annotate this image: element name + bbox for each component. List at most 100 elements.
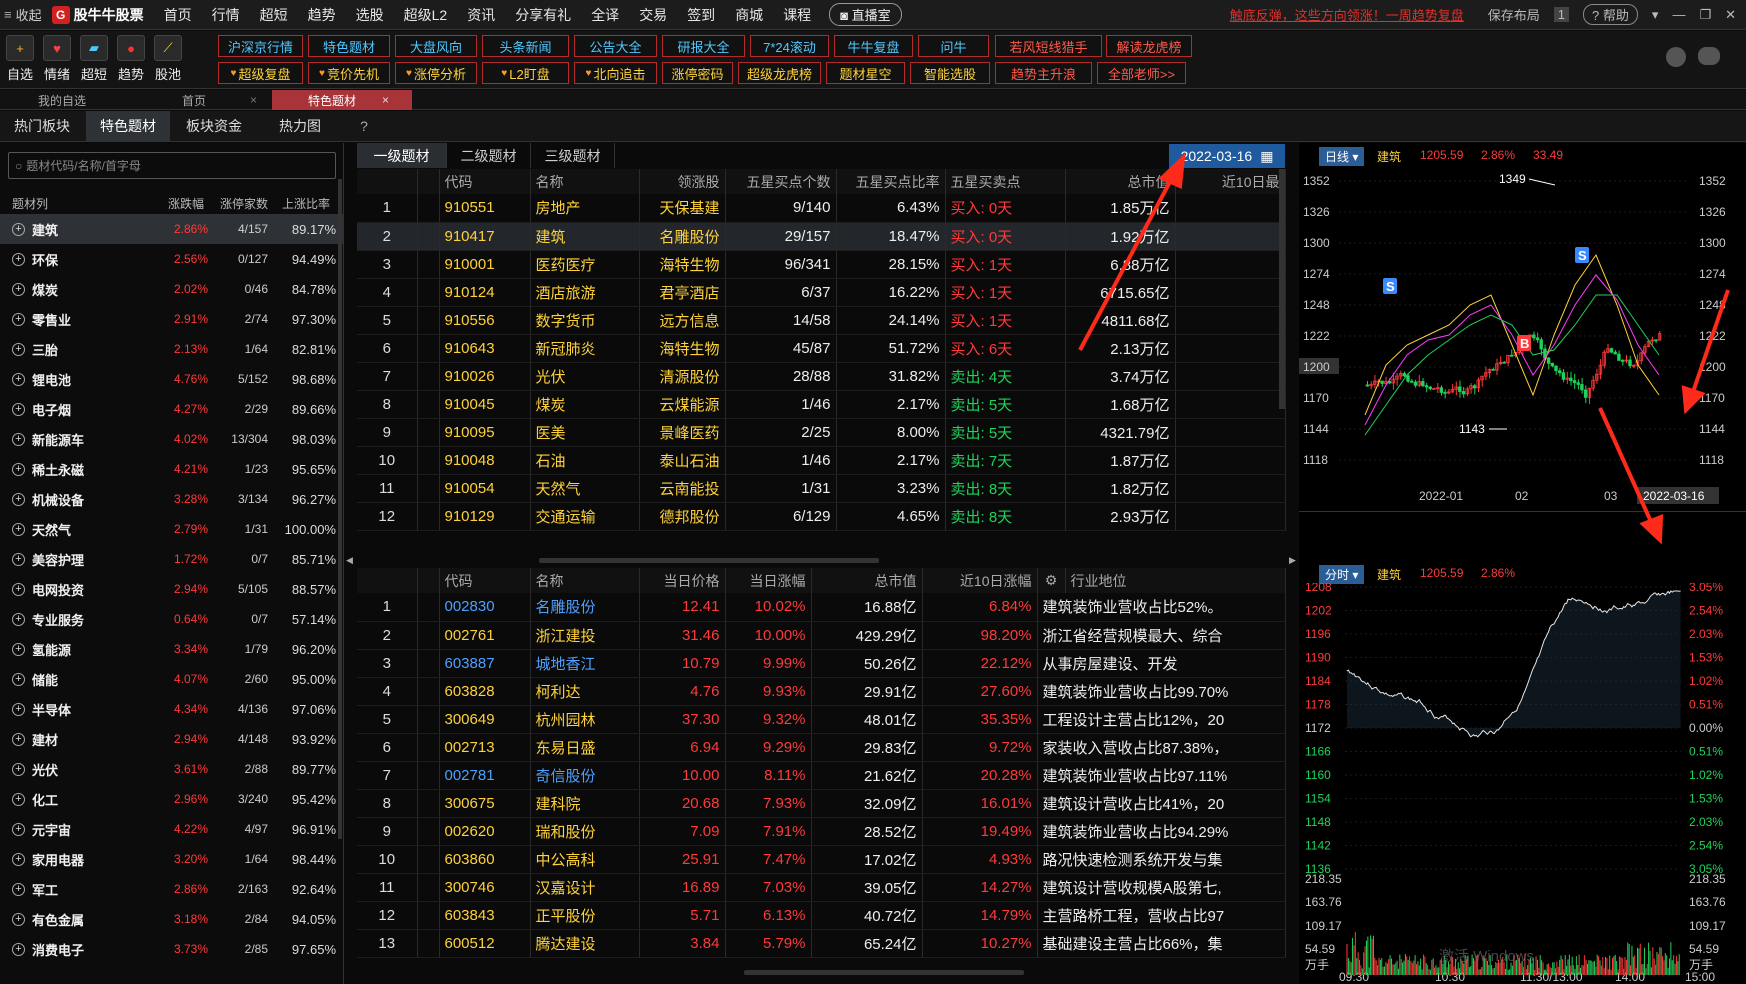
expand-icon[interactable]: +: [12, 852, 25, 866]
table-row[interactable]: 5 300649 杭州园林 37.30 9.32% 48.01亿 35.35% 工程设计主营占…: [357, 705, 1286, 734]
table-row[interactable]: 5 910556 数字货币 远方信息 14/58 24.14% 买入: 1天 4811.68亿: [357, 306, 1286, 335]
theme-list-item[interactable]: + 电网投资 2.94% 5/105 88.57%: [0, 574, 344, 604]
table-row[interactable]: 10 603860 中公高科 25.91 7.47% 17.02亿 4.93% 路况快速检测系…: [357, 845, 1286, 874]
tool-chart-button[interactable]: ⟋ 股池: [151, 35, 185, 83]
nav-item[interactable]: 超级L2: [394, 5, 458, 25]
theme-list-item[interactable]: + 电子烟 4.27% 2/29 89.66%: [0, 394, 344, 424]
table-row[interactable]: 7 910026 光伏 清源股份 28/88 31.82% 卖出: 4天 3.74万亿: [357, 362, 1286, 391]
theme-list-item[interactable]: + 建筑 2.86% 4/157 89.17%: [0, 214, 344, 244]
tab-my-watchlist[interactable]: 我的自选: [0, 90, 160, 110]
expand-icon[interactable]: +: [12, 882, 25, 896]
feature-button[interactable]: ♥ L2盯盘: [482, 62, 569, 84]
feature-button[interactable]: 问牛: [918, 35, 989, 57]
feature-button[interactable]: 研报大全: [662, 35, 745, 57]
nav-item[interactable]: 交易: [629, 5, 677, 25]
bottom-table-hscrollbar[interactable]: [744, 970, 1024, 975]
column-header[interactable]: 领涨股: [639, 169, 726, 194]
help-button[interactable]: ? 帮助: [1583, 4, 1638, 25]
theme-list-item[interactable]: + 美容护理 1.72% 0/7 85.71%: [0, 544, 344, 574]
feature-button[interactable]: 趋势主升浪: [995, 62, 1092, 84]
feature-button[interactable]: 头条新闻: [482, 35, 569, 57]
intraday-period-select[interactable]: 分时 ▾: [1319, 565, 1365, 584]
column-header[interactable]: 名称: [530, 169, 640, 194]
expand-icon[interactable]: +: [12, 792, 25, 806]
column-header[interactable]: 行业地位: [1065, 568, 1286, 593]
nav-item[interactable]: 选股: [346, 5, 394, 25]
column-header[interactable]: 近10日涨幅: [922, 568, 1038, 593]
column-header[interactable]: 近10日最: [1175, 169, 1286, 194]
expand-icon[interactable]: +: [12, 642, 25, 656]
feature-button[interactable]: ♥ 北向追击: [574, 62, 657, 84]
theme-list-item[interactable]: + 消费电子 3.73% 2/85 97.65%: [0, 934, 344, 964]
column-header[interactable]: [417, 169, 440, 194]
restore-icon[interactable]: ❐: [1699, 7, 1711, 23]
column-header[interactable]: 当日涨幅: [725, 568, 812, 593]
top-table-hscrollbar[interactable]: [539, 558, 879, 563]
table-row[interactable]: 3 910001 医药医疗 海特生物 96/341 28.15% 买入: 1天 6.88万亿: [357, 250, 1286, 279]
table-row[interactable]: 3 603887 城地香江 10.79 9.99% 50.26亿 22.12% 从事房屋建设、…: [357, 649, 1286, 678]
feature-button[interactable]: 超级龙虎榜: [738, 62, 821, 84]
column-header[interactable]: 五星买卖点: [945, 169, 1066, 194]
column-header[interactable]: 总市值: [811, 568, 923, 593]
date-picker[interactable]: 2022-03-16 ▦: [1169, 144, 1285, 168]
tab-home[interactable]: 首页 ×: [160, 90, 270, 110]
table-row[interactable]: 13 600512 腾达建设 3.84 5.79% 65.24亿 10.27% 基础建设主营占…: [357, 929, 1286, 958]
column-header[interactable]: 总市值: [1065, 169, 1176, 194]
feature-button[interactable]: 牛牛复盘: [834, 35, 913, 57]
table-row[interactable]: 12 910129 交通运输 德邦股份 6/129 4.65% 卖出: 8天 2.93万亿: [357, 502, 1286, 531]
tab-heatmap[interactable]: 热力图: [258, 111, 342, 141]
column-header[interactable]: 五星买点个数: [725, 169, 837, 194]
theme-list-item[interactable]: + 建材 2.94% 4/148 93.92%: [0, 724, 344, 754]
expand-icon[interactable]: +: [12, 402, 25, 416]
table-row[interactable]: 9 910095 医美 景峰医药 2/25 8.00% 卖出: 5天 4321.79亿: [357, 418, 1286, 447]
expand-icon[interactable]: +: [12, 372, 25, 386]
theme-list-item[interactable]: + 军工 2.86% 2/163 92.64%: [0, 874, 344, 904]
help-icon[interactable]: ?: [352, 111, 376, 141]
expand-icon[interactable]: +: [12, 492, 25, 506]
table-row[interactable]: 11 300746 汉嘉设计 16.89 7.03% 39.05亿 14.27% 建筑设计营收…: [357, 873, 1286, 902]
chat-icon[interactable]: [1698, 47, 1720, 65]
column-header[interactable]: 代码: [439, 568, 531, 593]
tab-level-2[interactable]: 二级题材: [447, 143, 531, 168]
tab-level-1[interactable]: 一级题材: [357, 143, 447, 168]
nav-item[interactable]: 首页: [154, 5, 202, 25]
feature-button[interactable]: 7*24滚动: [750, 35, 829, 57]
table-row[interactable]: 7 002781 奇信股份 10.00 8.11% 21.62亿 20.28% 建筑装饰业营收…: [357, 761, 1286, 790]
expand-icon[interactable]: +: [12, 732, 25, 746]
expand-icon[interactable]: +: [12, 282, 25, 296]
feature-button[interactable]: 若风短线猎手: [995, 35, 1102, 57]
feature-button[interactable]: 公告大全: [574, 35, 657, 57]
feature-button[interactable]: ♥ 超级复盘: [218, 62, 303, 84]
tool-plus-button[interactable]: + 自选: [3, 35, 37, 83]
feature-button[interactable]: 智能选股: [910, 62, 990, 84]
theme-list-item[interactable]: + 机械设备 3.28% 3/134 96.27%: [0, 484, 344, 514]
close-icon[interactable]: ✕: [1725, 7, 1736, 23]
kline-chart[interactable]: 1352 1352 1326 1326 1300 1300 1274 1274 1248 1248…: [1299, 165, 1746, 508]
theme-list-item[interactable]: + 有色金属 3.18% 2/84 94.05%: [0, 904, 344, 934]
nav-item[interactable]: 行情: [202, 5, 250, 25]
chevron-down-icon[interactable]: ▾: [1652, 7, 1659, 23]
expand-icon[interactable]: +: [12, 222, 25, 236]
nav-item[interactable]: 趋势: [298, 5, 346, 25]
tab-level-3[interactable]: 三级题材: [531, 143, 615, 168]
theme-list-item[interactable]: + 氢能源 3.34% 1/79 96.20%: [0, 634, 344, 664]
theme-list-item[interactable]: + 化工 2.96% 3/240 95.42%: [0, 784, 344, 814]
expand-icon[interactable]: +: [12, 582, 25, 596]
table-row[interactable]: 8 300675 建科院 20.68 7.93% 32.09亿 16.01% 建筑设计营收占比…: [357, 789, 1286, 818]
close-icon[interactable]: ×: [382, 93, 389, 107]
expand-icon[interactable]: +: [12, 672, 25, 686]
theme-list-item[interactable]: + 锂电池 4.76% 5/152 98.68%: [0, 364, 344, 394]
expand-icon[interactable]: +: [12, 312, 25, 326]
top-table-vscrollbar[interactable]: [1279, 169, 1285, 409]
tool-heart-button[interactable]: ♥ 情绪: [40, 35, 74, 83]
table-row[interactable]: 2 910417 建筑 名雕股份 29/157 18.47% 买入: 0天 1.92万亿: [357, 222, 1286, 251]
nav-item[interactable]: 课程: [773, 5, 821, 25]
table-row[interactable]: 8 910045 煤炭 云煤能源 1/46 2.17% 卖出: 5天 1.68万亿: [357, 390, 1286, 419]
theme-list-item[interactable]: + 半导体 4.34% 4/136 97.06%: [0, 694, 344, 724]
expand-icon[interactable]: +: [12, 252, 25, 266]
feature-button[interactable]: 全部老师>>: [1097, 62, 1186, 84]
collapse-left-icon[interactable]: ◀: [346, 555, 353, 566]
tab-sector-funds[interactable]: 板块资金: [172, 111, 256, 141]
live-room-button[interactable]: ◙ 直播室: [829, 3, 902, 26]
table-row[interactable]: 4 603828 柯利达 4.76 9.93% 29.91亿 27.60% 建筑装饰业营收占比…: [357, 677, 1286, 706]
